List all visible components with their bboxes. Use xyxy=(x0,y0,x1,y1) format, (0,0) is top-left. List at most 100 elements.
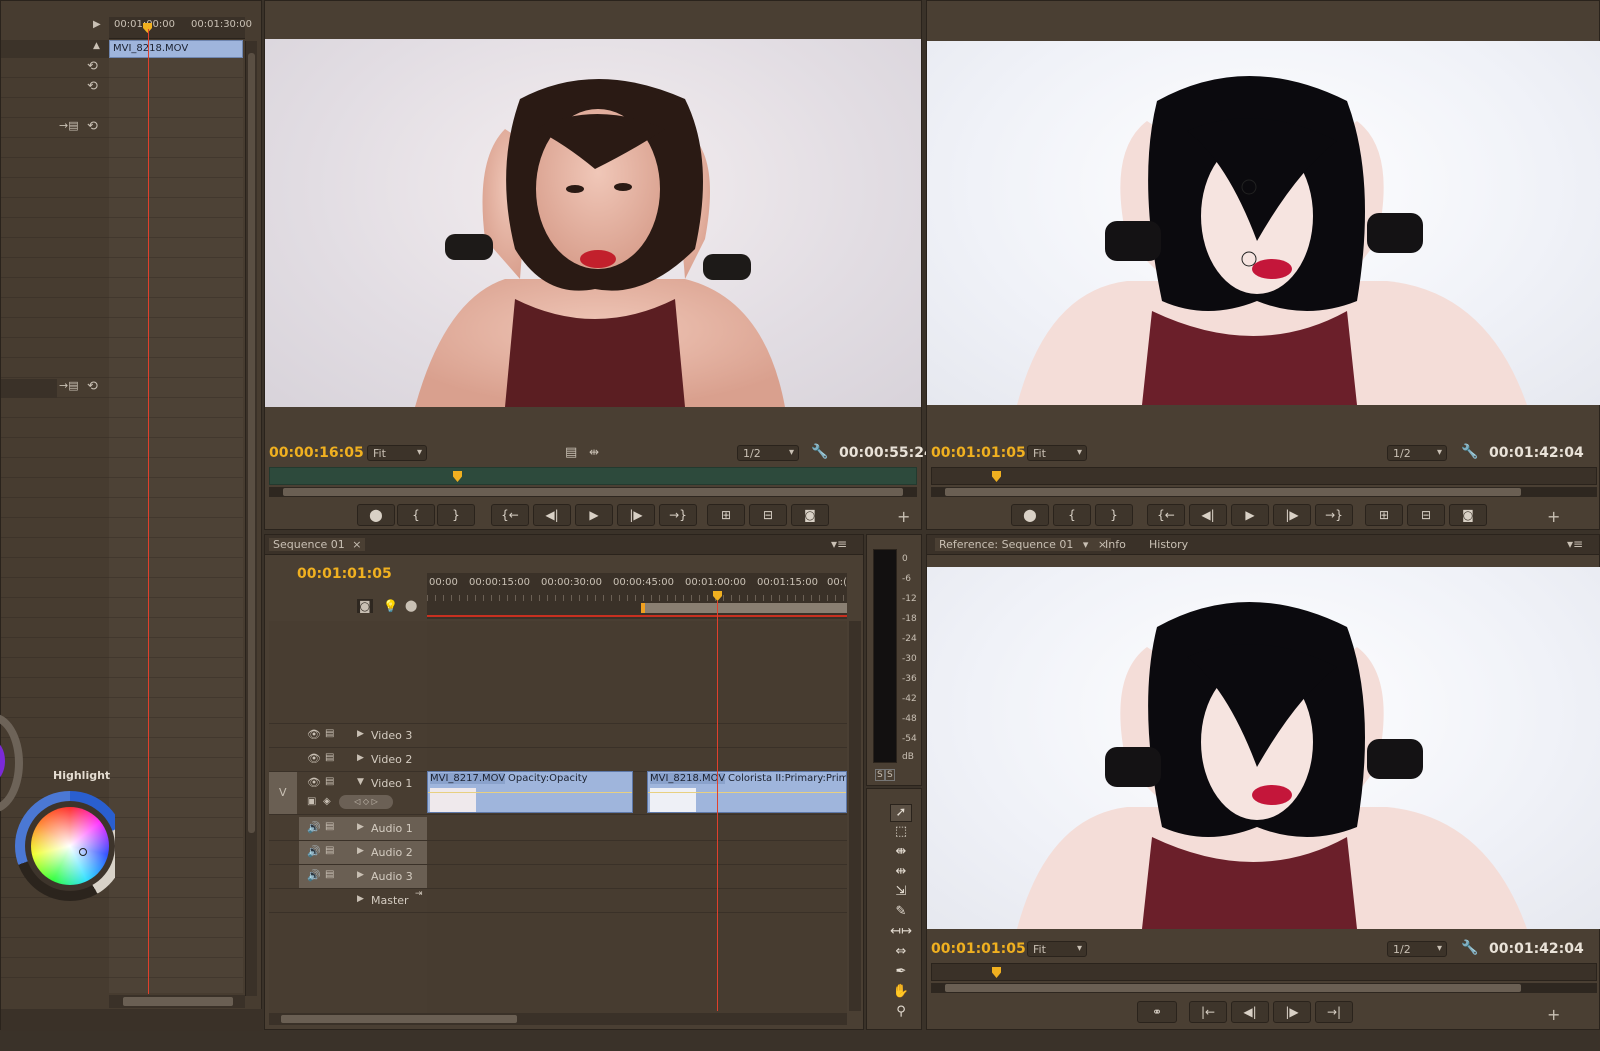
hand-tool-icon[interactable]: ✋ xyxy=(890,984,912,1002)
source-zoom-bar[interactable] xyxy=(269,487,917,497)
dropdown-icon[interactable]: ▾ xyxy=(1083,538,1089,551)
link-icon[interactable]: 💡 xyxy=(383,599,398,613)
tab-info[interactable]: Info xyxy=(1105,538,1126,551)
lock-track-icon[interactable]: ▤ xyxy=(325,776,334,787)
slide-tool-icon[interactable]: ⇔ xyxy=(890,944,912,962)
wrench-icon[interactable]: 🔧 xyxy=(811,444,828,460)
eye-icon[interactable]: 👁 xyxy=(307,776,321,789)
overwrite-button[interactable]: ⊟ xyxy=(749,504,787,526)
reference-playhead[interactable] xyxy=(992,967,1001,978)
clip-mvi-8217[interactable]: MVI_8217.MOV Opacity:Opacity xyxy=(427,771,633,813)
expand-arrow-icon[interactable]: ▶ xyxy=(93,19,101,30)
work-area-in-marker[interactable] xyxy=(641,603,645,613)
lock-track-icon[interactable]: ▤ xyxy=(325,869,334,880)
effect-controls-ruler[interactable]: 00:01:00:00 00:01:30:00 xyxy=(109,17,252,39)
program-zoom-dropdown[interactable]: Fit xyxy=(1027,445,1087,461)
solo-button[interactable]: S xyxy=(875,769,885,781)
pen-tool-icon[interactable]: ✒ xyxy=(890,964,912,982)
panel-menu-icon[interactable]: ▾≡ xyxy=(1567,537,1583,551)
collapse-track-icon[interactable]: ▼ xyxy=(357,777,364,787)
speaker-icon[interactable]: 🔊 xyxy=(307,821,321,834)
play-button[interactable]: ▶ xyxy=(575,504,613,526)
wrench-icon[interactable]: 🔧 xyxy=(1461,940,1478,956)
expand-track-icon[interactable]: ▶ xyxy=(357,846,364,856)
target-track-v[interactable]: V xyxy=(269,772,297,814)
rate-stretch-tool-icon[interactable]: ⇲ xyxy=(890,884,912,902)
button-editor-plus-icon[interactable]: + xyxy=(1547,1005,1560,1024)
add-marker-button[interactable]: ⬤ xyxy=(1011,504,1049,526)
reset-icon[interactable]: ⟲ xyxy=(87,59,98,74)
rolling-edit-tool-icon[interactable]: ⇹ xyxy=(890,864,912,882)
go-to-previous-edit-button[interactable]: |← xyxy=(1189,1001,1227,1023)
razor-tool-icon[interactable]: ✎ xyxy=(890,904,912,922)
insert-button[interactable]: ⊞ xyxy=(707,504,745,526)
work-area-bar[interactable] xyxy=(641,603,847,613)
program-playhead[interactable] xyxy=(992,471,1001,482)
export-frame-button[interactable]: ◙ xyxy=(1449,504,1487,526)
step-back-button[interactable]: ◀| xyxy=(533,504,571,526)
selection-tool-icon[interactable]: ➚ xyxy=(890,804,912,822)
highlight-color-wheel[interactable] xyxy=(15,787,115,903)
horizontal-scrollbar[interactable] xyxy=(109,995,245,1008)
add-marker-button[interactable]: ⬤ xyxy=(357,504,395,526)
timeline-horizontal-scrollbar[interactable] xyxy=(269,1013,847,1025)
mark-out-button[interactable]: } xyxy=(437,504,475,526)
source-playhead[interactable] xyxy=(453,471,462,482)
add-marker-icon[interactable]: ⬤ xyxy=(405,599,417,612)
reference-zoom-dropdown[interactable]: Fit xyxy=(1027,941,1087,957)
go-to-in-button[interactable]: {← xyxy=(1147,504,1185,526)
export-frame-button[interactable]: ◙ xyxy=(791,504,829,526)
reset-icon[interactable]: ⟲ xyxy=(87,119,98,134)
effect-label[interactable]: Colorista II:Primary:Prim xyxy=(728,773,846,784)
wrench-icon[interactable]: 🔧 xyxy=(1461,444,1478,460)
zoom-tool-icon[interactable]: ⚲ xyxy=(890,1004,912,1022)
step-back-button[interactable]: ◀| xyxy=(1231,1001,1269,1023)
ripple-edit-tool-icon[interactable]: ⇼ xyxy=(890,844,912,862)
clip-mvi-8218[interactable]: MVI_8218.MOV Colorista II:Primary:Prim xyxy=(647,771,847,813)
go-to-in-button[interactable]: {← xyxy=(491,504,529,526)
source-video-frame[interactable] xyxy=(265,39,921,407)
program-resolution-dropdown[interactable]: 1/2 xyxy=(1387,445,1447,461)
source-time-ruler[interactable] xyxy=(269,467,917,485)
clip-bar[interactable]: MVI_8218.MOV xyxy=(109,40,243,58)
reset-icon[interactable]: ⟲ xyxy=(87,79,98,94)
add-keyframe-icon[interactable]: →▤ xyxy=(59,379,79,392)
opacity-line[interactable] xyxy=(428,792,632,793)
lock-track-icon[interactable]: ▤ xyxy=(325,821,334,832)
program-time-ruler[interactable] xyxy=(931,467,1597,485)
lock-track-icon[interactable]: ▤ xyxy=(325,728,334,739)
display-style-icon[interactable]: ▣ xyxy=(307,796,316,807)
film-icon[interactable]: ▤ xyxy=(565,445,577,460)
vertical-scrollbar[interactable] xyxy=(245,41,257,996)
tab-history[interactable]: History xyxy=(1149,538,1188,551)
reset-icon[interactable]: ⟲ xyxy=(87,379,98,394)
tab-sequence-01[interactable]: Sequence 01 × xyxy=(269,538,366,551)
timeline-timecode[interactable]: 00:01:01:05 xyxy=(297,566,392,582)
speaker-icon[interactable]: 🔊 xyxy=(307,869,321,882)
button-editor-plus-icon[interactable]: + xyxy=(897,507,910,526)
track-select-tool-icon[interactable]: ⬚ xyxy=(890,824,912,842)
expand-track-icon[interactable]: ▶ xyxy=(357,894,364,904)
mark-out-button[interactable]: } xyxy=(1095,504,1133,526)
keyframe-toggle-icon[interactable]: ◈ xyxy=(323,796,331,807)
mark-in-button[interactable]: { xyxy=(1053,504,1091,526)
gang-to-program-button[interactable]: ⚭ xyxy=(1137,1001,1177,1023)
expand-track-icon[interactable]: ▶ xyxy=(357,822,364,832)
speaker-icon[interactable]: 🔊 xyxy=(307,845,321,858)
play-button[interactable]: ▶ xyxy=(1231,504,1269,526)
step-back-button[interactable]: ◀| xyxy=(1189,504,1227,526)
eye-icon[interactable]: 👁 xyxy=(307,728,321,741)
step-forward-button[interactable]: |▶ xyxy=(617,504,655,526)
timeline-ruler[interactable]: 00:00 00:00:15:00 00:00:30:00 00:00:45:0… xyxy=(427,573,847,619)
expand-track-icon[interactable]: ▶ xyxy=(357,729,364,739)
expand-track-icon[interactable]: ▶ xyxy=(357,753,364,763)
expand-track-icon[interactable]: ▶ xyxy=(357,870,364,880)
program-zoom-bar[interactable] xyxy=(931,487,1597,497)
solo-button[interactable]: S xyxy=(885,769,895,781)
mark-in-button[interactable]: { xyxy=(397,504,435,526)
opacity-line[interactable] xyxy=(648,792,846,793)
add-keyframe-icon[interactable]: →▤ xyxy=(59,119,79,132)
drag-audio-icon[interactable]: ⇹ xyxy=(589,445,599,459)
reference-current-timecode[interactable]: 00:01:01:05 xyxy=(931,941,1026,957)
source-zoom-dropdown[interactable]: Fit xyxy=(367,445,427,461)
